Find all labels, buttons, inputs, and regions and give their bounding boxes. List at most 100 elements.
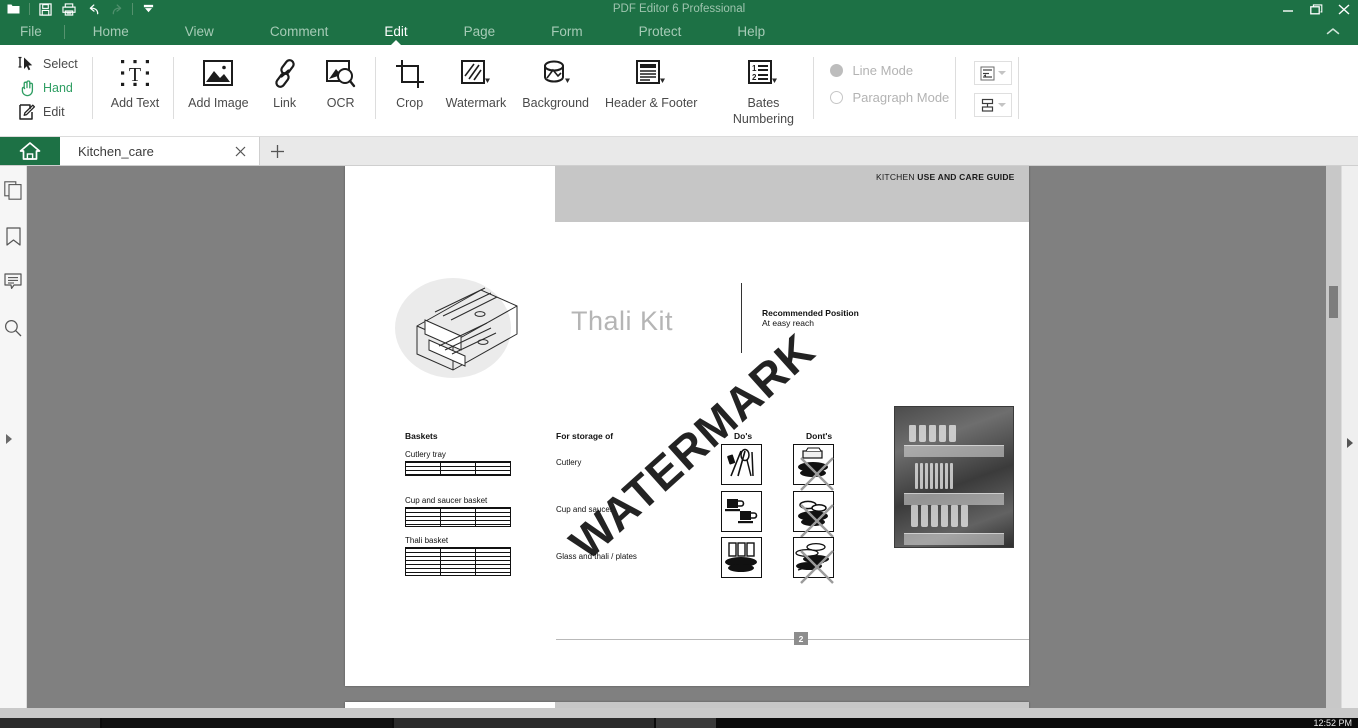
ribbon-toolbar: Select Hand Edit T Add Text Add Image Li… xyxy=(0,45,1358,137)
expand-panel-icon[interactable] xyxy=(6,434,12,444)
document-tab[interactable]: Kitchen_care xyxy=(60,137,260,165)
ribbon-separator-1 xyxy=(91,57,93,119)
add-image-button[interactable]: Add Image xyxy=(180,45,256,111)
hand-tool-button[interactable]: Hand xyxy=(18,77,86,98)
bates-numbering-icon: 12 xyxy=(747,55,779,89)
header-footer-label: Header & Footer xyxy=(605,96,698,110)
customize-qat-icon[interactable] xyxy=(136,0,160,18)
os-taskbar: 12:52 PM xyxy=(0,708,1358,728)
bookmark-icon[interactable] xyxy=(1,224,25,248)
leader-line xyxy=(741,283,742,353)
tool-mode-group: Select Hand Edit xyxy=(0,45,86,122)
search-icon[interactable] xyxy=(1,316,25,340)
ribbon-separator-2 xyxy=(173,57,175,119)
baskets-heading: Baskets xyxy=(405,431,438,441)
pdf-page-2[interactable]: KITCHEN USE AND CARE GUIDE Thali Kit Rec… xyxy=(345,166,1029,686)
ribbon-separator-6 xyxy=(1018,57,1020,119)
svg-text:1: 1 xyxy=(752,64,757,73)
document-tab-bar: Kitchen_care xyxy=(0,137,1358,166)
line-mode-radio[interactable] xyxy=(830,64,844,77)
navigation-sidebar xyxy=(0,166,27,718)
ocr-icon xyxy=(325,55,356,89)
bates-numbering-button[interactable]: 12 Bates Numbering xyxy=(719,45,807,127)
background-button[interactable]: Background xyxy=(514,45,597,111)
comment-icon[interactable] xyxy=(1,270,25,294)
tab-file[interactable]: File xyxy=(0,18,64,45)
right-panel-strip xyxy=(1341,166,1358,718)
watermark-label: Watermark xyxy=(445,96,507,110)
tab-view[interactable]: View xyxy=(157,18,242,45)
undo-icon[interactable] xyxy=(81,0,105,18)
bates-numbering-label: Bates Numbering xyxy=(732,96,794,126)
scrollbar-thumb[interactable] xyxy=(1329,286,1338,318)
expand-right-panel-icon[interactable] xyxy=(1347,438,1353,448)
paragraph-align-dropdown[interactable] xyxy=(974,93,1013,117)
paragraph-mode-label: Paragraph Mode xyxy=(852,90,950,105)
basket-grid-1 xyxy=(405,507,511,527)
open-icon[interactable] xyxy=(2,0,26,18)
ribbon-tab-bar: File Home View Comment Edit Page Form Pr… xyxy=(0,18,1358,46)
edit-tool-button[interactable]: Edit xyxy=(18,101,86,122)
save-icon[interactable] xyxy=(33,0,57,18)
main-area: KITCHEN USE AND CARE GUIDE Thali Kit Rec… xyxy=(0,166,1358,718)
page-number-badge: 2 xyxy=(794,632,808,645)
tab-home[interactable]: Home xyxy=(65,18,157,45)
recommended-position-heading: Recommended Position xyxy=(762,308,859,318)
line-align-dropdown[interactable] xyxy=(974,61,1013,85)
chevron-down-icon-2[interactable] xyxy=(998,103,1007,107)
add-text-button[interactable]: T Add Text xyxy=(103,45,167,111)
background-label: Background xyxy=(522,96,590,110)
line-mode-option[interactable]: Line Mode xyxy=(830,63,949,78)
select-tool-button[interactable]: Select xyxy=(18,53,86,74)
edit-tool-label: Edit xyxy=(43,104,65,119)
chevron-up-icon[interactable] xyxy=(1320,18,1346,45)
taskbar-item-2[interactable] xyxy=(102,718,392,728)
taskbar-clock[interactable]: 12:52 PM xyxy=(1313,718,1352,728)
paragraph-mode-option[interactable]: Paragraph Mode xyxy=(830,90,949,105)
watermark-button[interactable]: Watermark xyxy=(438,45,515,111)
link-label: Link xyxy=(273,96,297,110)
crop-label: Crop xyxy=(396,96,424,110)
plus-icon xyxy=(270,144,284,158)
close-button[interactable] xyxy=(1330,0,1358,18)
page-header-text: KITCHEN USE AND CARE GUIDE xyxy=(876,172,1015,182)
vertical-scrollbar[interactable] xyxy=(1326,166,1341,718)
crop-button[interactable]: Crop xyxy=(382,45,438,111)
tab-help[interactable]: Help xyxy=(709,18,793,45)
glass-plates-dont-icon xyxy=(793,537,834,578)
header-footer-button[interactable]: Header & Footer xyxy=(597,45,705,111)
watermark-overlay[interactable]: WATERMARK xyxy=(559,323,825,570)
new-tab-button[interactable] xyxy=(260,137,294,165)
close-icon[interactable] xyxy=(231,142,249,160)
ocr-button[interactable]: OCR xyxy=(313,45,369,111)
storage-col-dont: Dont's xyxy=(806,431,833,441)
basket-grid-2 xyxy=(405,547,511,576)
taskbar-item-4[interactable] xyxy=(656,718,716,728)
cup-saucer-dont-icon xyxy=(793,491,834,532)
crop-icon xyxy=(395,55,425,89)
print-icon[interactable] xyxy=(57,0,81,18)
tab-protect[interactable]: Protect xyxy=(611,18,710,45)
link-button[interactable]: Link xyxy=(257,45,313,111)
document-viewer[interactable]: KITCHEN USE AND CARE GUIDE Thali Kit Rec… xyxy=(27,166,1358,718)
redo-icon xyxy=(105,0,129,18)
chevron-down-icon[interactable] xyxy=(998,71,1007,75)
taskbar-item-1[interactable] xyxy=(0,718,100,728)
align-button-group xyxy=(962,45,1013,117)
tab-edit[interactable]: Edit xyxy=(356,18,435,46)
restore-button[interactable] xyxy=(1302,0,1330,18)
tab-comment[interactable]: Comment xyxy=(242,18,357,45)
tab-page[interactable]: Page xyxy=(436,18,524,45)
home-tab-button[interactable] xyxy=(0,137,60,165)
hand-tool-label: Hand xyxy=(43,80,73,95)
minimize-button[interactable] xyxy=(1274,0,1302,18)
thumbnails-icon[interactable] xyxy=(1,178,25,202)
paragraph-mode-radio[interactable] xyxy=(830,91,844,104)
watermark-icon xyxy=(460,55,492,89)
tab-form[interactable]: Form xyxy=(523,18,611,45)
link-icon xyxy=(270,55,300,89)
page-title: Thali Kit xyxy=(571,306,674,336)
document-tab-label: Kitchen_care xyxy=(78,143,154,159)
quick-access-toolbar xyxy=(0,0,160,18)
taskbar-item-3[interactable] xyxy=(394,718,654,728)
